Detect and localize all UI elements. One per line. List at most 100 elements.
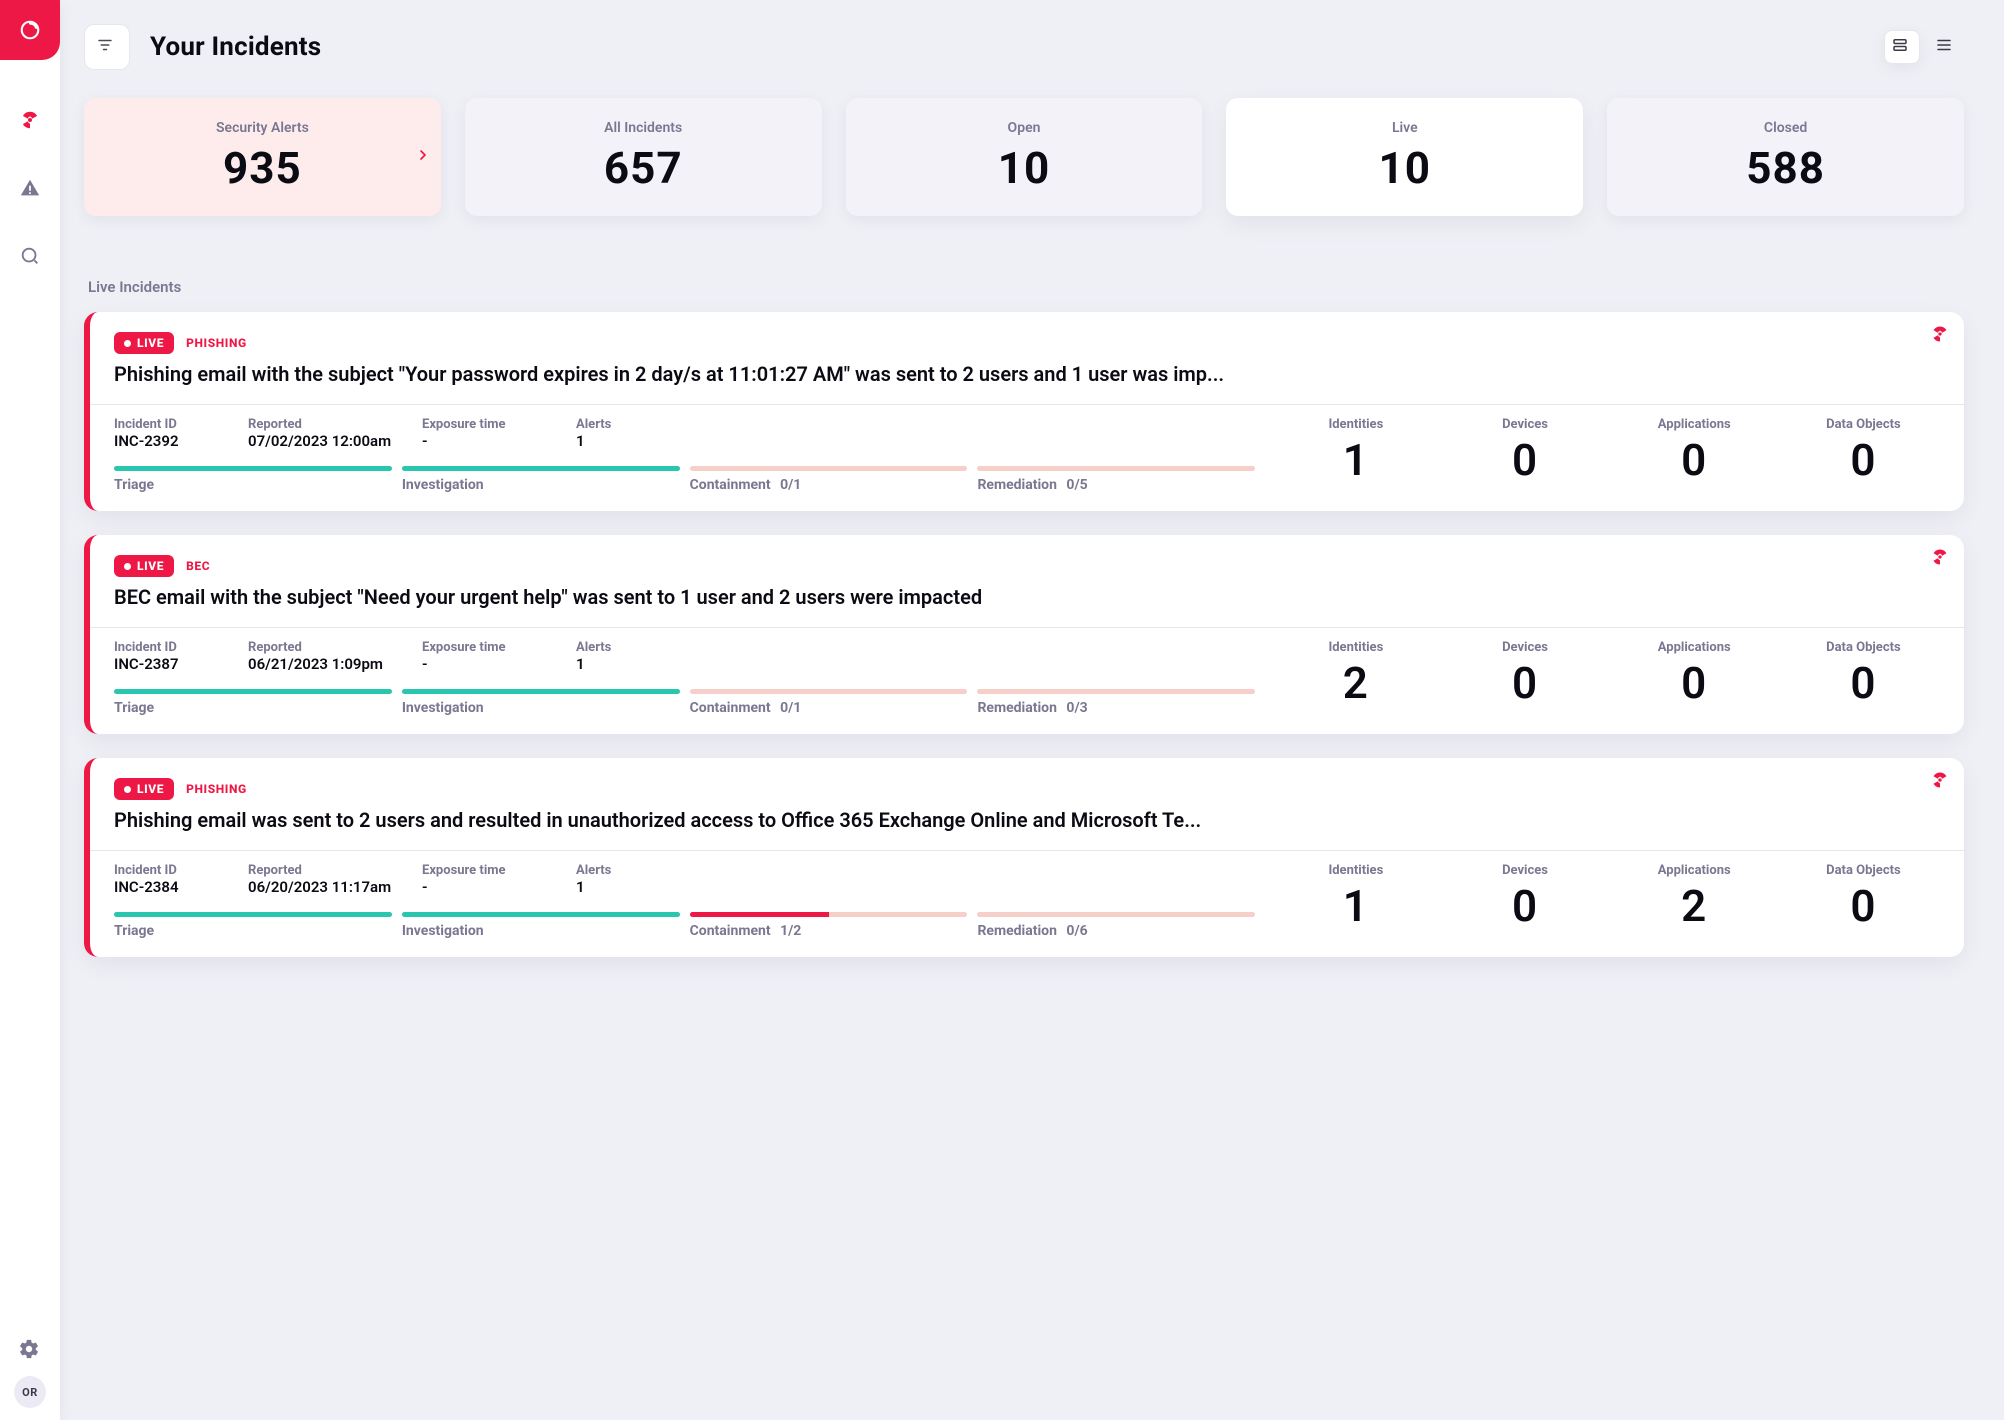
kpi-tile[interactable]: Live 10 [1226, 98, 1583, 216]
phase-bar [977, 912, 1255, 917]
phase-label: Triage [114, 477, 392, 493]
kpi-label: Live [1392, 120, 1418, 136]
incident-summary: Phishing email was sent to 2 users and r… [90, 808, 1964, 850]
section-title: Live Incidents [88, 278, 1964, 296]
stat-value: 1 [1279, 434, 1432, 486]
phases: Triage Investigation Containment 0/1 Rem… [114, 689, 1255, 716]
kpi-value: 588 [1746, 142, 1825, 194]
kpi-value: 657 [604, 142, 683, 194]
phase-label: Triage [114, 923, 392, 939]
status-label: LIVE [137, 782, 164, 796]
phase-remediation: Remediation 0/3 [977, 689, 1255, 716]
view-cards-button[interactable] [1884, 30, 1920, 64]
stat-label: Data Objects [1787, 863, 1940, 878]
avatar[interactable]: OR [14, 1376, 46, 1408]
kpi-value: 10 [1379, 142, 1432, 194]
phase-label: Remediation 0/6 [977, 923, 1255, 939]
sidebar-item-incidents[interactable] [12, 102, 48, 138]
filter-button[interactable] [84, 24, 130, 70]
reported-label: Reported [248, 417, 408, 432]
radiation-icon [1930, 547, 1950, 567]
reported-value: 07/02/2023 12:00am [248, 432, 408, 450]
incident-stats: Identities1 Devices0 Applications0 Data … [1279, 417, 1940, 486]
phase-bar [114, 689, 392, 694]
incident-stats: Identities1 Devices0 Applications2 Data … [1279, 863, 1940, 932]
settings-button[interactable] [18, 1338, 42, 1362]
incident-summary: Phishing email with the subject "Your pa… [90, 362, 1964, 404]
exposure-label: Exposure time [422, 640, 562, 655]
phase-remediation: Remediation 0/5 [977, 466, 1255, 493]
reported-label: Reported [248, 863, 408, 878]
incident-type-icon [1930, 770, 1950, 794]
alerts-value: 1 [576, 878, 656, 896]
brand-logo[interactable] [0, 0, 60, 60]
rows-icon [1891, 36, 1913, 58]
phase-investigation: Investigation [402, 466, 680, 493]
kpis: Security Alerts 935 All Incidents 657 Op… [84, 98, 1964, 216]
divider [90, 627, 1964, 628]
sidebar-nav [0, 60, 60, 274]
stat-label: Identities [1279, 863, 1432, 878]
sidebar-item-search[interactable] [12, 238, 48, 274]
kpi-label: All Incidents [604, 120, 682, 136]
phase-label: Remediation 0/5 [977, 477, 1255, 493]
topbar: Your Incidents [84, 24, 1964, 70]
incident-card[interactable]: LIVE PHISHING Phishing email with the su… [84, 312, 1964, 511]
kpi-value: 935 [223, 142, 302, 194]
phase-bar [977, 466, 1255, 471]
stat-label: Data Objects [1787, 417, 1940, 432]
status-badge: LIVE [114, 778, 174, 800]
stat-value: 0 [1448, 657, 1601, 709]
sidebar-item-alerts[interactable] [12, 170, 48, 206]
alerts-label: Alerts [576, 417, 656, 432]
status-badge: LIVE [114, 555, 174, 577]
incident-card[interactable]: LIVE PHISHING Phishing email was sent to… [84, 758, 1964, 957]
phase-bar [114, 912, 392, 917]
incident-id: INC-2387 [114, 655, 234, 673]
radiation-icon [1930, 324, 1950, 344]
list-icon [1935, 36, 1957, 58]
stat-label: Applications [1618, 863, 1771, 878]
stat-value: 0 [1787, 880, 1940, 932]
incident-meta: Incident IDINC-2387 Reported06/21/2023 1… [114, 640, 1255, 673]
phase-containment: Containment 0/1 [690, 689, 968, 716]
kpi-label: Open [1008, 120, 1041, 136]
alerts-value: 1 [576, 432, 656, 450]
incident-card[interactable]: LIVE BEC BEC email with the subject "Nee… [84, 535, 1964, 734]
incident-tag: PHISHING [186, 336, 247, 350]
exposure-value: - [422, 432, 562, 450]
radiation-icon [19, 109, 41, 131]
phase-bar [690, 689, 968, 694]
kpi-tile[interactable]: Security Alerts 935 [84, 98, 441, 216]
incident-id-label: Incident ID [114, 863, 234, 878]
phase-label: Investigation [402, 700, 680, 716]
alerts-value: 1 [576, 655, 656, 673]
stat-value: 0 [1448, 880, 1601, 932]
view-list-button[interactable] [1928, 30, 1964, 64]
view-toggle [1884, 30, 1964, 64]
incident-stats: Identities2 Devices0 Applications0 Data … [1279, 640, 1940, 709]
kpi-tile[interactable]: All Incidents 657 [465, 98, 822, 216]
stat-label: Devices [1448, 417, 1601, 432]
reported-value: 06/20/2023 11:17am [248, 878, 408, 896]
phase-label: Containment 0/1 [690, 477, 968, 493]
incident-summary: BEC email with the subject "Need your ur… [90, 585, 1964, 627]
reported-value: 06/21/2023 1:09pm [248, 655, 408, 673]
phase-label: Investigation [402, 923, 680, 939]
incident-type-icon [1930, 324, 1950, 348]
incident-id: INC-2392 [114, 432, 234, 450]
reported-label: Reported [248, 640, 408, 655]
warning-icon [19, 177, 41, 199]
stat-label: Data Objects [1787, 640, 1940, 655]
incident-meta: Incident IDINC-2384 Reported06/20/2023 1… [114, 863, 1255, 896]
alerts-label: Alerts [576, 863, 656, 878]
stat-value: 2 [1279, 657, 1432, 709]
kpi-label: Security Alerts [216, 120, 309, 136]
divider [90, 404, 1964, 405]
kpi-tile[interactable]: Open 10 [846, 98, 1203, 216]
phase-bar [690, 466, 968, 471]
phase-label: Investigation [402, 477, 680, 493]
kpi-tile[interactable]: Closed 588 [1607, 98, 1964, 216]
phase-bar [402, 466, 680, 471]
incident-id-label: Incident ID [114, 417, 234, 432]
